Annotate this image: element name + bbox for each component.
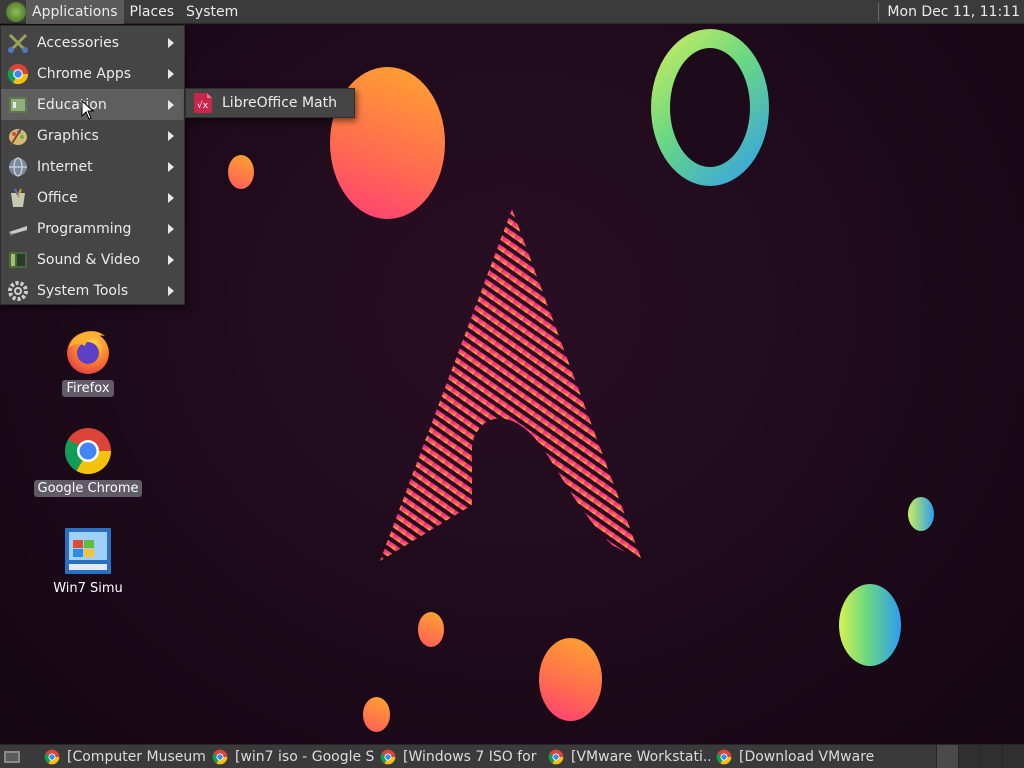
clock-area: Mon Dec 11, 11:11 (878, 0, 1024, 24)
show-desktop-icon (4, 750, 20, 763)
menu-item-label: System Tools (37, 282, 129, 299)
menu-item-label: Accessories (37, 34, 120, 51)
menu-item-label: Education (37, 96, 107, 113)
desktop-icon-label: Firefox (62, 380, 114, 397)
submenu-arrow-icon (168, 69, 174, 79)
programming-icon (7, 218, 29, 240)
desktop-icon-label: Google Chrome (33, 480, 143, 497)
menu-item-label: Graphics (37, 127, 99, 144)
workspace-1[interactable] (936, 744, 958, 768)
system-menu-button[interactable]: System (180, 0, 244, 24)
submenu-arrow-icon (168, 224, 174, 234)
menu-item-internet[interactable]: Internet (1, 151, 184, 182)
wallpaper-bubble (363, 697, 390, 732)
bottom-taskbar: [Computer Museum... [win7 iso - Google S… (0, 744, 1024, 768)
menu-item-label: Office (37, 189, 78, 206)
taskbar-window-title: [win7 iso - Google S... (235, 748, 374, 765)
arch-logo (380, 209, 642, 561)
chrome-icon (548, 749, 564, 764)
workspace-3[interactable] (980, 744, 1002, 768)
applications-menu-button[interactable]: Applications (26, 0, 124, 24)
submenu-arrow-icon (168, 286, 174, 296)
taskbar-window-button[interactable]: [VMware Workstati... (542, 745, 710, 768)
submenu-arrow-icon (168, 131, 174, 141)
submenu-arrow-icon (168, 193, 174, 203)
submenu-arrow-icon (168, 162, 174, 172)
submenu-item-libreoffice-math[interactable]: LibreOffice Math (222, 95, 337, 111)
mouse-cursor-icon (81, 100, 95, 120)
office-icon (7, 187, 29, 209)
menu-item-label: Internet (37, 158, 93, 175)
desktop-icon-win7-simu[interactable]: Win7 Simu (33, 526, 143, 597)
menu-item-office[interactable]: Office (1, 182, 184, 213)
wallpaper-ring (651, 29, 769, 186)
chrome-icon (44, 749, 60, 764)
menu-item-graphics[interactable]: Graphics (1, 120, 184, 151)
system-tools-icon (7, 280, 29, 302)
taskbar-window-button[interactable]: [Download VMware ... (710, 745, 878, 768)
chrome-icon (7, 63, 29, 85)
workspace-4[interactable] (1002, 744, 1024, 768)
menu-item-system-tools[interactable]: System Tools (1, 275, 184, 306)
submenu-arrow-icon (168, 100, 174, 110)
menu-item-label: Chrome Apps (37, 65, 132, 82)
workspace-2[interactable] (958, 744, 980, 768)
desktop-icon-label: Win7 Simu (53, 581, 123, 596)
graphics-icon (7, 125, 29, 147)
sound-video-icon (7, 249, 29, 271)
menu-item-programming[interactable]: Programming (1, 213, 184, 244)
taskbar-window-button[interactable]: [Computer Museum... (38, 745, 206, 768)
chrome-icon (380, 749, 396, 764)
taskbar-window-button[interactable]: [win7 iso - Google S... (206, 745, 374, 768)
menu-item-chrome-apps[interactable]: Chrome Apps (1, 58, 184, 89)
wallpaper-bubble (418, 612, 444, 647)
applications-menu: Accessories Chrome Apps Education Graphi… (0, 25, 185, 305)
workspace-switcher (936, 744, 1024, 768)
menu-item-accessories[interactable]: Accessories (1, 27, 184, 58)
chrome-icon (212, 749, 228, 764)
education-icon (7, 94, 29, 116)
menu-item-label: Sound & Video (37, 251, 141, 268)
wallpaper-bubble (908, 497, 934, 531)
accessories-icon (7, 32, 29, 54)
firefox-icon (67, 331, 109, 374)
taskbar-window-title: [Windows 7 ISO for ... (403, 748, 542, 765)
chrome-icon (65, 428, 111, 474)
show-desktop-button[interactable] (0, 745, 24, 768)
panel-separator (878, 2, 880, 21)
taskbar-window-button[interactable]: [Windows 7 ISO for ... (374, 745, 542, 768)
desktop-icon-google-chrome[interactable]: Google Chrome (33, 426, 143, 497)
wallpaper-bubble (839, 584, 901, 666)
win7-simu-icon (65, 528, 111, 574)
svg-text:√x: √x (197, 100, 209, 111)
distro-logo-icon[interactable] (6, 1, 26, 22)
chrome-icon (716, 749, 732, 764)
internet-icon (7, 156, 29, 178)
menu-item-sound-video[interactable]: Sound & Video (1, 244, 184, 275)
taskbar-window-title: [VMware Workstati... (571, 748, 710, 765)
clock[interactable]: Mon Dec 11, 11:11 (887, 4, 1024, 20)
taskbar-window-title: [Computer Museum... (67, 748, 206, 765)
desktop-icon-firefox[interactable]: Firefox (33, 326, 143, 397)
taskbar-window-title: [Download VMware ... (739, 748, 878, 765)
top-panel: Applications Places System Mon Dec 11, 1… (0, 0, 1024, 24)
places-menu-button[interactable]: Places (124, 0, 181, 24)
education-submenu: √x LibreOffice Math (185, 88, 355, 118)
libreoffice-math-icon: √x (194, 93, 212, 113)
submenu-arrow-icon (168, 38, 174, 48)
wallpaper-bubble (228, 155, 254, 189)
wallpaper-bubble (539, 638, 602, 721)
menu-item-label: Programming (37, 220, 132, 237)
submenu-arrow-icon (168, 255, 174, 265)
